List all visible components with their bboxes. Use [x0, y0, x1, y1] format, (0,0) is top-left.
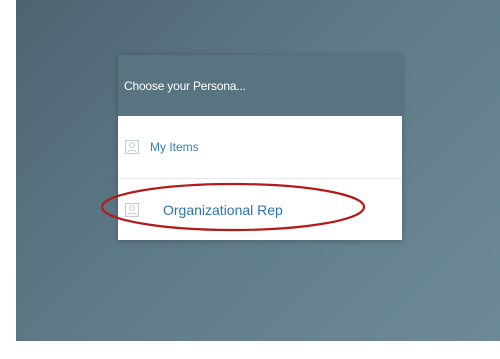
persona-option-organizational-rep[interactable]: Organizational Rep: [118, 178, 402, 241]
person-icon: [125, 140, 139, 154]
app-background: Choose your Persona... My Items Organiza…: [16, 0, 500, 341]
person-icon: [125, 203, 139, 217]
persona-dialog: Choose your Persona... My Items Organiza…: [118, 55, 402, 240]
persona-option-my-items[interactable]: My Items: [118, 116, 402, 178]
persona-option-label: My Items: [150, 140, 199, 154]
dialog-title: Choose your Persona...: [118, 55, 402, 116]
persona-option-label: Organizational Rep: [163, 202, 283, 218]
